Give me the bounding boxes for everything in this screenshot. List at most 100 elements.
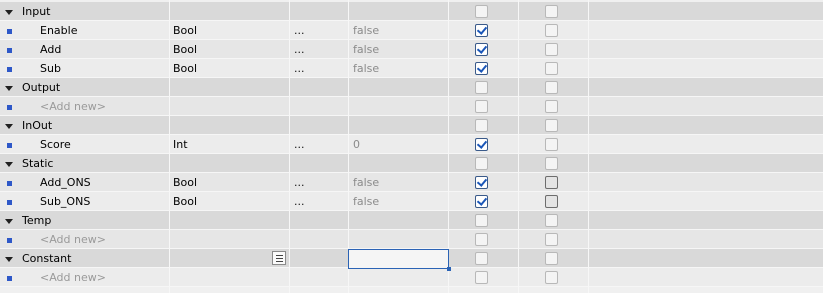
section-name[interactable]: Input bbox=[18, 2, 169, 21]
expand-triangle-icon[interactable] bbox=[0, 2, 18, 21]
add-new-placeholder[interactable]: <Add new> bbox=[18, 97, 169, 116]
offset-cell[interactable]: ... bbox=[289, 21, 348, 40]
default-value-cell[interactable]: false bbox=[348, 59, 448, 78]
comment-cell[interactable] bbox=[588, 173, 823, 192]
expand-triangle-icon[interactable] bbox=[0, 154, 18, 173]
variable-row[interactable]: Add Bool... false bbox=[0, 40, 823, 59]
variable-name[interactable]: Add_ONS bbox=[18, 173, 169, 192]
data-type-cell[interactable] bbox=[169, 249, 289, 268]
data-type-cell[interactable] bbox=[169, 211, 289, 230]
offset-cell[interactable] bbox=[289, 268, 348, 287]
data-type-cell[interactable]: Bool bbox=[169, 192, 289, 211]
default-value-cell[interactable] bbox=[348, 154, 448, 173]
accessible-checkbox[interactable] bbox=[545, 138, 558, 151]
data-type-cell[interactable] bbox=[169, 230, 289, 249]
accessible-checkbox[interactable] bbox=[545, 24, 558, 37]
add-new-row[interactable]: <Add new> bbox=[0, 97, 823, 116]
accessible-checkbox[interactable] bbox=[545, 214, 558, 227]
offset-cell[interactable]: ... bbox=[289, 59, 348, 78]
comment-cell[interactable] bbox=[588, 230, 823, 249]
retain-checkbox[interactable] bbox=[475, 62, 488, 75]
default-value-cell[interactable]: false bbox=[348, 192, 448, 211]
retain-checkbox[interactable] bbox=[475, 195, 488, 208]
data-type-cell[interactable]: Bool bbox=[169, 40, 289, 59]
offset-cell[interactable]: ... bbox=[289, 192, 348, 211]
accessible-checkbox[interactable] bbox=[545, 43, 558, 56]
default-value-cell[interactable]: 0 bbox=[348, 135, 448, 154]
accessible-checkbox[interactable] bbox=[545, 195, 558, 208]
default-value-cell[interactable]: false bbox=[348, 173, 448, 192]
comment-cell[interactable] bbox=[588, 268, 823, 287]
comment-cell[interactable] bbox=[588, 211, 823, 230]
expand-triangle-icon[interactable] bbox=[0, 211, 18, 230]
default-value-cell[interactable] bbox=[348, 211, 448, 230]
data-type-cell[interactable] bbox=[169, 116, 289, 135]
default-value-cell[interactable] bbox=[348, 78, 448, 97]
data-type-cell[interactable]: Bool bbox=[169, 173, 289, 192]
comment-cell[interactable] bbox=[588, 116, 823, 135]
variable-name[interactable]: Score bbox=[18, 135, 169, 154]
offset-cell[interactable] bbox=[289, 249, 348, 268]
expand-triangle-icon[interactable] bbox=[0, 249, 18, 268]
retain-checkbox[interactable] bbox=[475, 81, 488, 94]
retain-checkbox[interactable] bbox=[475, 119, 488, 132]
section-row-input[interactable]: Input bbox=[0, 2, 823, 21]
selection-resize-handle[interactable] bbox=[447, 267, 451, 271]
accessible-checkbox[interactable] bbox=[545, 176, 558, 189]
retain-checkbox[interactable] bbox=[475, 176, 488, 189]
comment-cell[interactable] bbox=[588, 135, 823, 154]
expand-triangle-icon[interactable] bbox=[0, 78, 18, 97]
variable-name[interactable]: Sub_ONS bbox=[18, 192, 169, 211]
accessible-checkbox[interactable] bbox=[545, 233, 558, 246]
accessible-checkbox[interactable] bbox=[545, 81, 558, 94]
default-value-cell[interactable] bbox=[348, 230, 448, 249]
section-name[interactable]: Static bbox=[18, 154, 169, 173]
comment-cell[interactable] bbox=[588, 78, 823, 97]
variable-name[interactable]: Sub bbox=[18, 59, 169, 78]
retain-checkbox[interactable] bbox=[475, 157, 488, 170]
comment-cell[interactable] bbox=[588, 21, 823, 40]
variable-name[interactable]: Add bbox=[18, 40, 169, 59]
section-row-inout[interactable]: InOut bbox=[0, 116, 823, 135]
variable-row[interactable]: Sub Bool... false bbox=[0, 59, 823, 78]
section-name[interactable]: Temp bbox=[18, 211, 169, 230]
section-name[interactable]: InOut bbox=[18, 116, 169, 135]
section-row-static[interactable]: Static bbox=[0, 154, 823, 173]
accessible-checkbox[interactable] bbox=[545, 100, 558, 113]
section-row-output[interactable]: Output bbox=[0, 78, 823, 97]
comment-cell[interactable] bbox=[588, 59, 823, 78]
retain-checkbox[interactable] bbox=[475, 233, 488, 246]
data-type-cell[interactable]: Bool bbox=[169, 59, 289, 78]
default-value-cell[interactable] bbox=[348, 268, 448, 287]
list-browse-icon[interactable] bbox=[272, 251, 286, 265]
data-type-cell[interactable] bbox=[169, 2, 289, 21]
section-name[interactable]: Output bbox=[18, 78, 169, 97]
accessible-checkbox[interactable] bbox=[545, 157, 558, 170]
offset-cell[interactable]: ... bbox=[289, 173, 348, 192]
default-value-cell[interactable]: false bbox=[348, 21, 448, 40]
comment-cell[interactable] bbox=[588, 154, 823, 173]
default-value-cell[interactable] bbox=[348, 97, 448, 116]
offset-cell[interactable] bbox=[289, 97, 348, 116]
default-value-cell[interactable]: false bbox=[348, 40, 448, 59]
retain-checkbox[interactable] bbox=[475, 252, 488, 265]
offset-cell[interactable]: ... bbox=[289, 40, 348, 59]
offset-cell[interactable] bbox=[289, 2, 348, 21]
data-type-cell[interactable]: Bool bbox=[169, 21, 289, 40]
data-type-cell[interactable] bbox=[169, 78, 289, 97]
accessible-checkbox[interactable] bbox=[545, 119, 558, 132]
retain-checkbox[interactable] bbox=[475, 100, 488, 113]
offset-cell[interactable] bbox=[289, 78, 348, 97]
data-type-cell[interactable] bbox=[169, 97, 289, 116]
offset-cell[interactable] bbox=[289, 211, 348, 230]
retain-checkbox[interactable] bbox=[475, 138, 488, 151]
comment-cell[interactable] bbox=[588, 192, 823, 211]
offset-cell[interactable] bbox=[289, 154, 348, 173]
data-type-cell[interactable]: Int bbox=[169, 135, 289, 154]
offset-cell[interactable] bbox=[289, 116, 348, 135]
retain-checkbox[interactable] bbox=[475, 214, 488, 227]
variable-row[interactable]: Score Int... 0 bbox=[0, 135, 823, 154]
offset-cell[interactable] bbox=[289, 230, 348, 249]
selected-cell-editor[interactable] bbox=[348, 249, 451, 271]
variable-name[interactable]: Enable bbox=[18, 21, 169, 40]
